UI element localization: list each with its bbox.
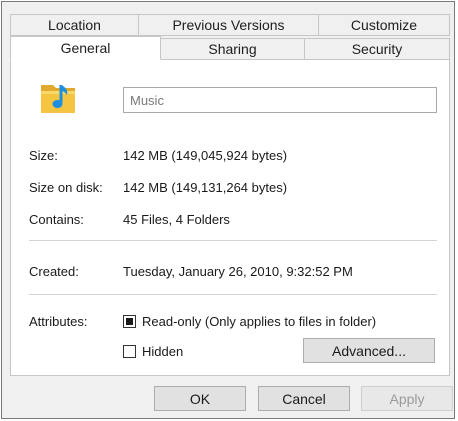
contains-value: 45 Files, 4 Folders <box>123 212 230 227</box>
tab-sharing[interactable]: Sharing <box>160 38 305 60</box>
size-on-disk-label: Size on disk: <box>29 180 103 195</box>
hidden-checkbox-row[interactable]: Hidden <box>123 344 183 359</box>
attributes-label: Attributes: <box>29 314 88 329</box>
apply-button[interactable]: Apply <box>361 386 453 411</box>
advanced-button[interactable]: Advanced... <box>303 338 435 363</box>
tab-security[interactable]: Security <box>304 38 450 60</box>
size-label: Size: <box>29 148 58 163</box>
readonly-label: Read-only (Only applies to files in fold… <box>142 314 377 329</box>
folder-name-input[interactable] <box>123 87 437 113</box>
readonly-checkbox-row[interactable]: Read-only (Only applies to files in fold… <box>123 314 376 329</box>
contains-label: Contains: <box>29 212 84 227</box>
ok-button[interactable]: OK <box>154 386 246 411</box>
hidden-checkbox[interactable] <box>123 345 136 358</box>
size-value: 142 MB (149,045,924 bytes) <box>123 148 288 163</box>
size-on-disk-value: 142 MB (149,131,264 bytes) <box>123 180 288 195</box>
separator <box>29 240 437 241</box>
cancel-button[interactable]: Cancel <box>258 386 350 411</box>
separator <box>29 294 437 295</box>
music-folder-icon <box>41 85 75 113</box>
tab-previous-versions[interactable]: Previous Versions <box>138 14 319 36</box>
readonly-checkbox[interactable] <box>123 315 136 328</box>
tab-location[interactable]: Location <box>10 14 139 36</box>
created-label: Created: <box>29 264 79 279</box>
hidden-label: Hidden <box>142 344 184 359</box>
tab-customize[interactable]: Customize <box>318 14 450 36</box>
general-panel: Size: 142 MB (149,045,924 bytes) Size on… <box>10 59 450 376</box>
created-value: Tuesday, January 26, 2010, 9:32:52 PM <box>123 264 353 279</box>
tab-general[interactable]: General <box>10 36 161 60</box>
properties-dialog: Location Previous Versions Customize Gen… <box>1 1 455 419</box>
